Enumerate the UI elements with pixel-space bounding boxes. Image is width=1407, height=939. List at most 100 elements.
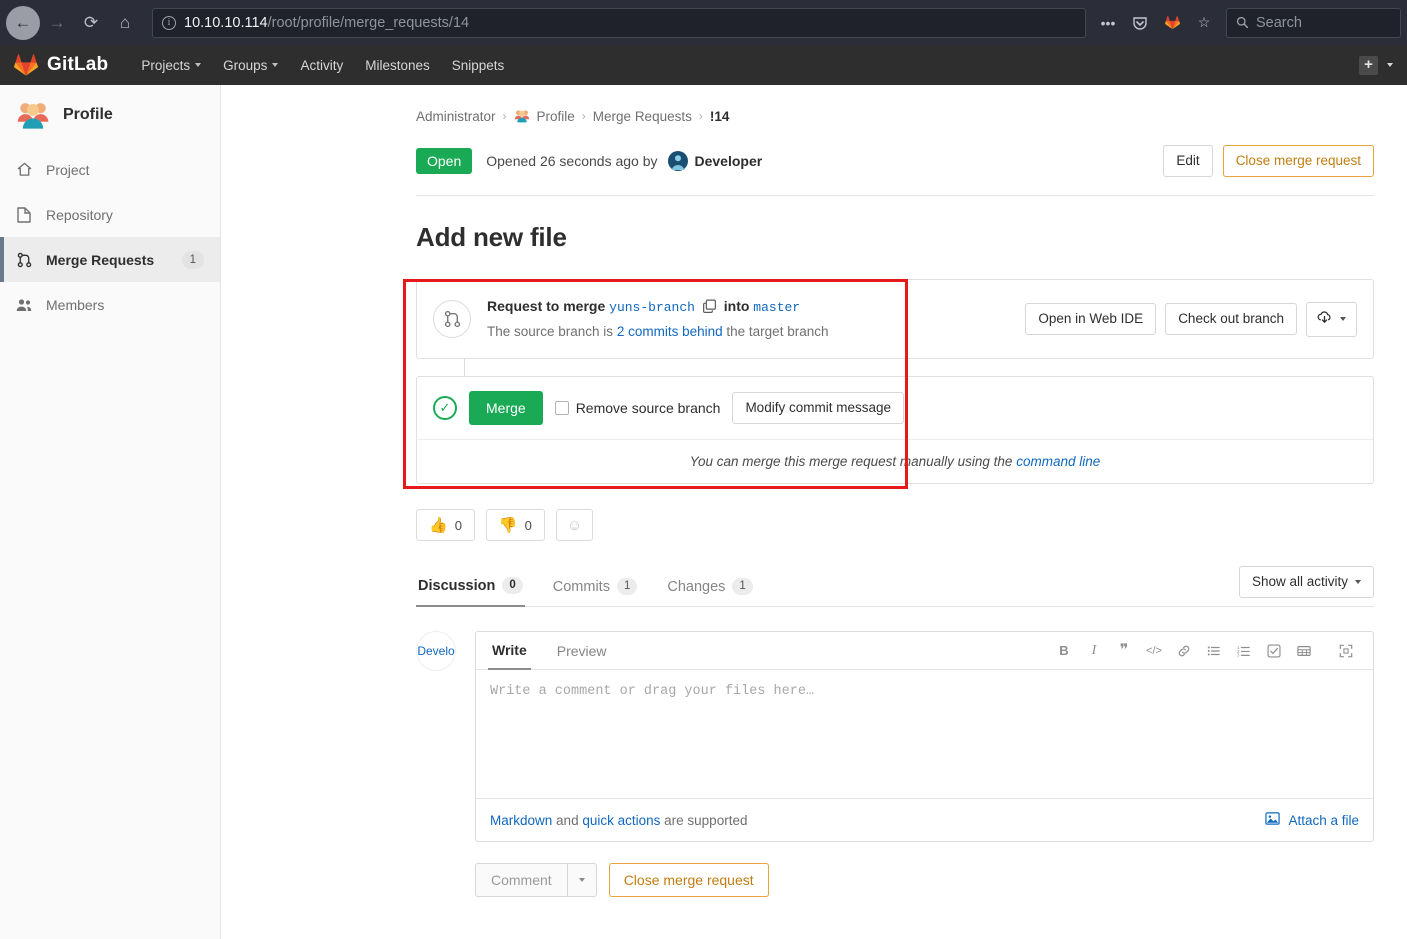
tab-changes[interactable]: Changes 1 — [665, 568, 754, 606]
target-branch-link[interactable]: master — [753, 300, 800, 315]
home-icon[interactable]: ⌂ — [108, 6, 142, 40]
bookmark-star-icon[interactable]: ☆ — [1190, 9, 1218, 37]
fullscreen-icon[interactable] — [1331, 637, 1361, 665]
remove-source-branch-label: Remove source branch — [575, 400, 721, 416]
footer-and: and — [556, 812, 579, 828]
download-code-icon — [1317, 310, 1332, 329]
chevron-down-icon — [578, 878, 585, 882]
breadcrumb-current: !14 — [709, 108, 730, 124]
quick-actions-link[interactable]: quick actions — [582, 813, 660, 828]
breadcrumb-root[interactable]: Administrator — [416, 109, 496, 124]
checkbox-box[interactable] — [554, 401, 569, 415]
download-code-button[interactable] — [1306, 301, 1357, 337]
author-name[interactable]: Developer — [695, 153, 763, 169]
chevron-down-icon — [272, 63, 279, 67]
check-out-branch-button[interactable]: Check out branch — [1165, 303, 1297, 335]
code-icon[interactable]: </> — [1139, 637, 1169, 665]
request-to-merge-label: Request to merge — [487, 298, 606, 314]
modify-commit-message-button[interactable]: Modify commit message — [732, 392, 904, 424]
comment-tab-preview[interactable]: Preview — [553, 633, 611, 669]
breadcrumb-project-avatar — [514, 108, 530, 124]
breadcrumb-separator: › — [502, 109, 507, 123]
browser-search-box[interactable]: Search — [1226, 7, 1401, 38]
sidebar-item-merge-requests[interactable]: Merge Requests 1 — [0, 237, 220, 282]
merge-button[interactable]: Merge — [469, 391, 543, 425]
manual-merge-note: You can merge this merge request manuall… — [417, 439, 1373, 483]
pocket-icon[interactable] — [1126, 9, 1154, 37]
breadcrumb-project[interactable]: Profile — [537, 109, 575, 124]
sidebar-item-repository[interactable]: Repository — [0, 192, 220, 237]
tab-commits[interactable]: Commits 1 — [551, 568, 640, 606]
gitlab-wordmark: GitLab — [47, 54, 109, 75]
breadcrumb-section[interactable]: Merge Requests — [593, 109, 692, 124]
link-icon[interactable] — [1169, 637, 1199, 665]
search-icon — [1236, 16, 1249, 29]
nav-right-group: + — [1359, 55, 1393, 75]
new-item-plus-button[interactable]: + — [1359, 55, 1378, 75]
nav-item-projects-label: Projects — [141, 57, 191, 73]
current-user-avatar[interactable]: Develo — [416, 631, 456, 671]
sidebar-project-name: Profile — [63, 106, 113, 123]
tab-commits-label: Commits — [552, 578, 610, 595]
commits-behind-link[interactable]: 2 commits behind — [617, 324, 723, 339]
merge-ready-check-icon: ✓ — [433, 396, 457, 420]
sidebar-item-members[interactable]: Members — [0, 282, 220, 327]
more-icon[interactable]: ••• — [1094, 9, 1122, 37]
thumbsdown-icon: 👎 — [498, 516, 518, 534]
comment-split-button: Comment — [475, 863, 597, 897]
site-info-icon[interactable]: i — [162, 15, 176, 30]
into-label: into — [723, 298, 750, 314]
remove-source-branch-checkbox[interactable]: Remove source branch — [554, 400, 721, 416]
breadcrumb-separator: › — [698, 109, 703, 123]
nav-item-projects[interactable]: Projects — [130, 45, 212, 85]
back-arrow-icon[interactable]: ← — [6, 5, 40, 40]
close-merge-request-button-top[interactable]: Close merge request — [1222, 145, 1374, 177]
tab-changes-label: Changes — [667, 578, 726, 595]
bulleted-list-icon[interactable] — [1199, 637, 1229, 665]
bold-icon[interactable]: B — [1049, 637, 1079, 665]
open-in-web-ide-button[interactable]: Open in Web IDE — [1025, 303, 1157, 335]
add-reaction-button[interactable]: ☺ — [555, 509, 594, 541]
chevron-down-icon[interactable] — [1387, 63, 1393, 67]
edit-button[interactable]: Edit — [1163, 145, 1213, 177]
chevron-down-icon — [1340, 317, 1346, 321]
thumbsup-award-button[interactable]: 👍 0 — [416, 509, 475, 541]
nav-item-activity[interactable]: Activity — [289, 45, 354, 85]
sidebar-project-header[interactable]: Profile — [0, 85, 220, 147]
comment-dropdown-toggle[interactable] — [566, 863, 597, 897]
show-all-activity-dropdown[interactable]: Show all activity — [1238, 566, 1374, 598]
nav-item-groups[interactable]: Groups — [212, 45, 289, 85]
attach-a-file-button[interactable]: Attach a file — [1265, 811, 1359, 829]
mr-tabs: Discussion 0 Commits 1 Changes 1 Show al… — [416, 566, 1374, 607]
sidebar-item-project[interactable]: Project — [0, 147, 220, 192]
close-merge-request-button-bottom[interactable]: Close merge request — [608, 863, 769, 897]
table-icon[interactable] — [1289, 637, 1319, 665]
command-line-link[interactable]: command line — [1016, 454, 1100, 469]
thumbsdown-award-button[interactable]: 👎 0 — [485, 509, 545, 541]
behind-prefix: The source branch is — [487, 324, 614, 339]
italic-icon[interactable]: I — [1079, 637, 1109, 665]
chevron-down-icon — [195, 63, 202, 67]
author-avatar[interactable] — [667, 151, 688, 171]
quote-icon[interactable]: ❞ — [1109, 637, 1139, 665]
gitlab-tanuki-icon — [14, 54, 38, 76]
source-branch-link[interactable]: yuns-branch — [609, 300, 695, 315]
gitlab-icon[interactable] — [1158, 9, 1186, 37]
comment-textarea[interactable]: Write a comment or drag your files here… — [476, 670, 1373, 798]
nav-item-milestones[interactable]: Milestones — [354, 45, 441, 85]
forward-arrow-icon[interactable]: → — [40, 6, 74, 40]
nav-item-snippets[interactable]: Snippets — [441, 45, 516, 85]
address-bar[interactable]: i 10.10.10.114/root/profile/merge_reques… — [152, 7, 1086, 38]
reload-icon[interactable]: ⟳ — [74, 6, 108, 40]
gitlab-logo[interactable]: GitLab — [14, 53, 108, 77]
tab-discussion-label: Discussion — [418, 577, 496, 594]
tab-discussion[interactable]: Discussion 0 — [416, 567, 525, 607]
comment-form: Write Preview B I ❞ </> 1 2 3 Write a co… — [475, 631, 1374, 842]
comment-tab-write[interactable]: Write — [488, 632, 531, 670]
copy-icon[interactable] — [702, 298, 716, 319]
comment-button[interactable]: Comment — [475, 863, 567, 897]
task-list-icon[interactable] — [1259, 637, 1289, 665]
sidebar-item-merge-requests-label: Merge Requests — [46, 251, 155, 268]
markdown-link[interactable]: Markdown — [490, 813, 552, 828]
numbered-list-icon[interactable]: 123 — [1229, 637, 1259, 665]
